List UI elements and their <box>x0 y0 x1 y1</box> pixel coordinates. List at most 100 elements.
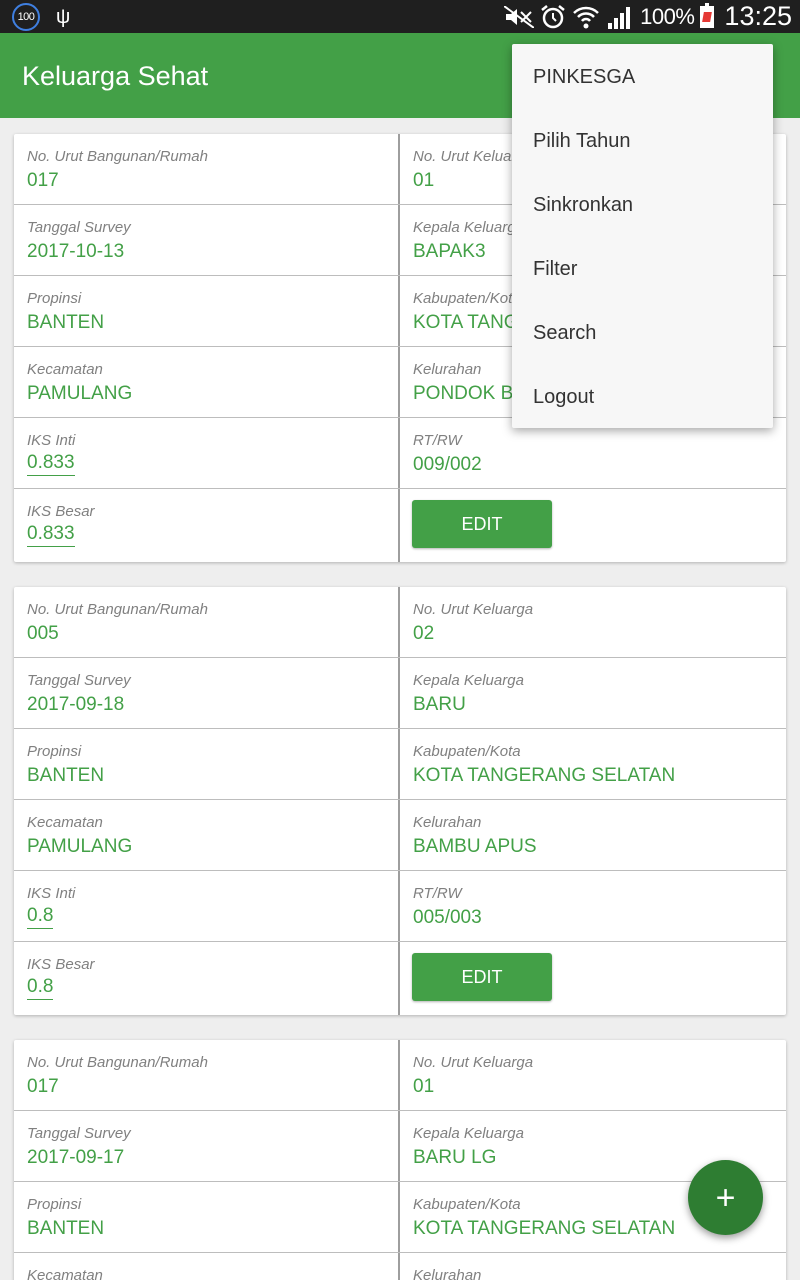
field-value: 017 <box>27 1076 59 1097</box>
field-no-bangunan: No. Urut Bangunan/Rumah 005 <box>14 587 400 657</box>
field-value: PAMULANG <box>27 383 133 404</box>
card-row: Kecamatan PAMULANG Kelurahan BAMBU APUS <box>14 800 786 871</box>
field-value: 017 <box>27 170 59 191</box>
field-value: BARU <box>413 694 466 715</box>
field-propinsi: Propinsi BANTEN <box>14 1182 400 1252</box>
field-propinsi: Propinsi BANTEN <box>14 276 400 346</box>
iks-inti-link[interactable]: 0.833 <box>27 451 75 476</box>
field-tanggal: Tanggal Survey 2017-09-17 <box>14 1111 400 1181</box>
field-kelurahan: Kelurahan BAMBU APUS <box>400 800 786 870</box>
field-tanggal: Tanggal Survey 2017-10-13 <box>14 205 400 275</box>
field-label: Kecamatan <box>27 1267 103 1280</box>
iks-besar-link[interactable]: 0.8 <box>27 975 54 1000</box>
field-label: Tanggal Survey <box>27 1125 131 1142</box>
edit-button[interactable]: EDIT <box>412 500 552 548</box>
add-button[interactable]: + <box>688 1160 763 1235</box>
field-label: No. Urut Bangunan/Rumah <box>27 148 208 165</box>
field-label: IKS Besar <box>27 956 95 973</box>
field-label: Propinsi <box>27 1196 82 1213</box>
status-bar: 100 ψ 100% 13:25 <box>0 0 800 33</box>
card-row: Kecamatan Kelurahan <box>14 1253 786 1280</box>
field-no-keluarga: No. Urut Keluarga 02 <box>400 587 786 657</box>
card-row: Propinsi BANTEN Kabupaten/Kota KOTA TANG… <box>14 1182 786 1253</box>
usb-icon: ψ <box>56 6 71 28</box>
field-iks-besar: IKS Besar 0.8 <box>14 942 400 1015</box>
card-row: IKS Besar 0.8 EDIT <box>14 942 786 1015</box>
battery-icon <box>700 2 715 28</box>
field-label: Kelurahan <box>413 814 482 831</box>
edit-cell: EDIT <box>400 489 786 562</box>
clock: 13:25 <box>724 1 792 31</box>
menu-item-pinkesga[interactable]: PINKESGA <box>512 45 773 109</box>
field-label: No. Urut Keluarga <box>413 601 534 618</box>
field-label: Tanggal Survey <box>27 219 131 236</box>
field-label: No. Urut Keluarga <box>413 1054 534 1071</box>
field-value: BANTEN <box>27 312 105 333</box>
field-value: PAMULANG <box>27 836 133 857</box>
field-propinsi: Propinsi BANTEN <box>14 729 400 799</box>
menu-item-sinkronkan[interactable]: Sinkronkan <box>512 173 773 237</box>
field-label: RT/RW <box>413 432 462 449</box>
field-value: BAMBU APUS <box>413 836 537 857</box>
field-label: IKS Inti <box>27 885 76 902</box>
field-label: Propinsi <box>27 290 82 307</box>
field-rtrw: RT/RW 005/003 <box>400 871 786 941</box>
field-kepala: Kepala Keluarga BARU <box>400 658 786 728</box>
field-label: Kecamatan <box>27 361 103 378</box>
iks-inti-link[interactable]: 0.8 <box>27 904 54 929</box>
iks-besar-link[interactable]: 0.833 <box>27 522 75 547</box>
wifi-icon <box>573 6 600 28</box>
field-label: No. Urut Bangunan/Rumah <box>27 1054 208 1071</box>
field-value: 2017-10-13 <box>27 241 125 262</box>
family-card: No. Urut Bangunan/Rumah 017 No. Urut Kel… <box>14 1040 786 1280</box>
field-label: Kepala Keluarga <box>413 672 524 689</box>
mute-icon <box>504 5 535 28</box>
field-tanggal: Tanggal Survey 2017-09-18 <box>14 658 400 728</box>
field-label: Kepala Keluarga <box>413 1125 524 1142</box>
field-iks-inti: IKS Inti 0.833 <box>14 418 400 488</box>
menu-item-pilih-tahun[interactable]: Pilih Tahun <box>512 109 773 173</box>
alarm-icon <box>541 4 565 28</box>
menu-item-filter[interactable]: Filter <box>512 237 773 301</box>
field-label: RT/RW <box>413 885 462 902</box>
notification-count-icon: 100 <box>12 3 40 31</box>
field-value: 2017-09-18 <box>27 694 125 715</box>
field-kelurahan: Kelurahan <box>400 1253 786 1280</box>
plus-icon: + <box>715 1178 736 1217</box>
battery-percent: 100% <box>640 3 695 29</box>
field-no-bangunan: No. Urut Bangunan/Rumah 017 <box>14 134 400 204</box>
edit-button[interactable]: EDIT <box>412 953 552 1001</box>
field-kecamatan: Kecamatan PAMULANG <box>14 800 400 870</box>
field-no-keluarga: No. Urut Keluarga 01 <box>400 1040 786 1110</box>
signal-icon <box>608 6 631 29</box>
field-value: 02 <box>413 623 435 644</box>
field-value: 009/002 <box>413 454 482 475</box>
overflow-menu: PINKESGA Pilih Tahun Sinkronkan Filter S… <box>512 44 773 428</box>
field-label: No. Urut Bangunan/Rumah <box>27 601 208 618</box>
field-kabupaten: Kabupaten/Kota KOTA TANGERANG SELATAN <box>400 729 786 799</box>
field-value: 005 <box>27 623 59 644</box>
edit-cell: EDIT <box>400 942 786 1015</box>
card-row: Propinsi BANTEN Kabupaten/Kota KOTA TANG… <box>14 729 786 800</box>
field-label: IKS Besar <box>27 503 95 520</box>
menu-item-search[interactable]: Search <box>512 301 773 365</box>
field-label: Kabupaten/Kota <box>413 743 521 760</box>
field-value: BANTEN <box>27 1218 105 1239</box>
field-iks-besar: IKS Besar 0.833 <box>14 489 400 562</box>
menu-item-logout[interactable]: Logout <box>512 365 773 429</box>
field-value: BANTEN <box>27 765 105 786</box>
field-kecamatan: Kecamatan PAMULANG <box>14 347 400 417</box>
card-row: IKS Besar 0.833 EDIT <box>14 489 786 562</box>
card-row: No. Urut Bangunan/Rumah 017 No. Urut Kel… <box>14 1040 786 1111</box>
field-label: Tanggal Survey <box>27 672 131 689</box>
field-kecamatan: Kecamatan <box>14 1253 400 1280</box>
card-row: No. Urut Bangunan/Rumah 005 No. Urut Kel… <box>14 587 786 658</box>
card-row: Tanggal Survey 2017-09-17 Kepala Keluarg… <box>14 1111 786 1182</box>
card-row: Tanggal Survey 2017-09-18 Kepala Keluarg… <box>14 658 786 729</box>
field-iks-inti: IKS Inti 0.8 <box>14 871 400 941</box>
field-label: IKS Inti <box>27 432 76 449</box>
field-value: 2017-09-17 <box>27 1147 125 1168</box>
field-no-bangunan: No. Urut Bangunan/Rumah 017 <box>14 1040 400 1110</box>
field-value: KOTA TANGERANG SELATAN <box>413 765 676 786</box>
field-label: Kecamatan <box>27 814 103 831</box>
